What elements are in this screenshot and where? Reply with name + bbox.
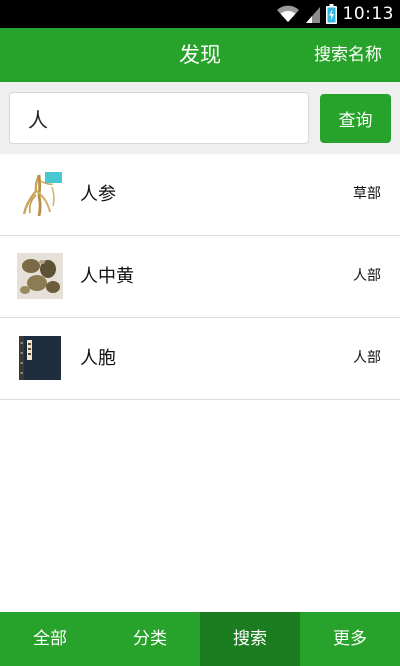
query-button[interactable]: 查询 xyxy=(320,94,391,143)
search-by-name-button[interactable]: 搜索名称 xyxy=(314,28,382,82)
bottom-tab-bar: 全部 分类 搜索 更多 xyxy=(0,612,400,666)
search-bar: 查询 xyxy=(0,82,400,154)
item-category: 草部 xyxy=(353,186,381,202)
status-time: 10:13 xyxy=(342,4,394,24)
list-item[interactable]: 人中黄 人部 xyxy=(0,236,400,318)
status-bar: 10:13 xyxy=(0,0,400,28)
item-category: 人部 xyxy=(353,350,381,366)
herb-lumps-image xyxy=(17,253,63,299)
item-name: 人胞 xyxy=(80,348,116,369)
tab-more[interactable]: 更多 xyxy=(300,612,400,666)
ginseng-image xyxy=(17,171,63,217)
result-list: 人参 草部 人中黄 人部 人胞 人部 xyxy=(0,154,400,400)
tab-all[interactable]: 全部 xyxy=(0,612,100,666)
search-input[interactable] xyxy=(9,92,309,144)
tab-categories[interactable]: 分类 xyxy=(100,612,200,666)
item-name: 人参 xyxy=(80,184,116,205)
signal-icon xyxy=(305,7,320,23)
list-item[interactable]: 人胞 人部 xyxy=(0,318,400,400)
tab-search[interactable]: 搜索 xyxy=(200,612,300,666)
app-header: 发现 搜索名称 xyxy=(0,28,400,82)
status-icons: 10:13 xyxy=(276,0,395,28)
list-item[interactable]: 人参 草部 xyxy=(0,154,400,236)
wifi-icon xyxy=(276,5,299,22)
battery-charging-icon xyxy=(325,4,337,24)
item-category: 人部 xyxy=(353,268,381,284)
item-name: 人中黄 xyxy=(80,266,134,287)
book-cover-image xyxy=(17,335,63,381)
